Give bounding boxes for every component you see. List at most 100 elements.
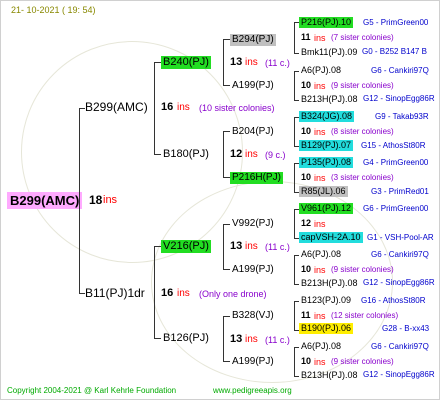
gen4-bot-info-1: G12 - SinopEgg86R [363,94,435,103]
gen1-node-1[interactable]: B11(PJ)1dr [85,287,145,299]
header-date: 21- 10-2021 ( 19: 54) [11,5,96,15]
gen4-num-7: 10 [301,356,312,366]
gen3-node-3[interactable]: P216H(PJ) [230,172,283,184]
connector [294,100,299,101]
gen4-top-info-7: G6 - Cankiri97Q [371,342,429,351]
gen4-bot-0[interactable]: Bmk11(PJ).09 [301,48,357,57]
gen3-node-1[interactable]: A199(PJ) [232,81,274,91]
connector [223,224,230,225]
connector [294,301,299,302]
gen4-top-1[interactable]: A6(PJ).08 [301,66,341,75]
gen2-node-1[interactable]: B180(PJ) [163,149,209,160]
connector [294,347,295,376]
gen2-node-3[interactable]: B126(PJ) [163,333,209,344]
connector [223,131,224,178]
gen4-bot-info-0: G0 - B252 B147 B [362,47,427,56]
gen1-num-0: 16 [161,101,174,113]
gen4-top-info-3: G4 - PrimGreen00 [363,158,429,167]
connector [294,209,295,238]
pedigree-frame: { "header": { "date": "21- 10-2021 ( 19:… [0,0,440,400]
connector [223,224,224,270]
gen4-ins-4: ins [314,219,326,229]
gen2-node-0[interactable]: B240(PJ) [161,56,211,69]
gen3-node-6[interactable]: B328(VJ) [232,311,274,321]
gen2-ins-0: ins [245,57,258,68]
gen1-node-0[interactable]: B299(AMC) [85,101,148,113]
root-node[interactable]: B299(AMC) [7,192,83,209]
gen2-ins-1: ins [245,149,258,160]
connector [223,316,230,317]
gen4-ins-5: ins [314,265,326,275]
gen4-ins-0: ins [314,33,326,43]
gen1-note-0: (10 sister colonies) [199,103,275,113]
gen3-node-5[interactable]: A199(PJ) [232,265,274,275]
gen4-num-1: 10 [301,80,312,90]
gen4-bot-info-2: G15 - AthosSt80R [361,141,426,150]
gen4-num-6: 11 [301,310,311,320]
gen4-note-5: (9 sister colonies) [331,265,394,274]
gen2-note-0: (11 c.) [265,58,290,68]
gen4-top-info-1: G6 - Cankiri97Q [371,66,429,75]
gen4-top-4[interactable]: V961(PJ).12 [299,203,354,214]
gen4-bot-5[interactable]: B213H(PJ).08 [301,279,358,288]
gen4-note-7: (9 sister colonies) [331,357,394,366]
gen2-num-0: 13 [230,56,243,68]
root-num: 18 [89,193,103,207]
gen3-node-2[interactable]: B204(PJ) [232,127,274,137]
connector [154,338,161,339]
gen4-bot-info-5: G12 - SinopEgg86R [363,278,435,287]
gen4-note-2: (8 sister colonies) [331,127,394,136]
gen2-num-2: 13 [230,240,243,252]
gen2-ins-3: ins [245,334,258,345]
gen4-top-3[interactable]: P135(PJ).08 [299,157,354,168]
connector [223,39,224,86]
gen4-ins-1: ins [314,81,326,91]
gen4-bot-3[interactable]: R85(JL).06 [299,186,348,197]
gen2-note-3: (11 c.) [265,335,290,345]
gen4-bot-info-4: G1 - VSH-Pool-AR [367,233,434,242]
connector [294,53,299,54]
connector [294,71,299,72]
connector [223,177,230,178]
connector [294,163,295,192]
connector [223,85,230,86]
gen3-node-0[interactable]: B294(PJ) [230,34,276,46]
connector [294,301,295,330]
gen4-top-info-5: G6 - Cankiri97Q [371,250,429,259]
gen4-top-0[interactable]: P216(PJ).10 [299,17,354,28]
gen4-bot-6[interactable]: B190(PJ).06 [299,323,354,334]
gen4-top-info-0: G5 - PrimGreen00 [363,18,429,27]
gen3-node-4[interactable]: V992(PJ) [232,219,274,229]
gen4-ins-3: ins [314,173,326,183]
gen4-top-7[interactable]: A6(PJ).08 [301,342,341,351]
connector [223,131,230,132]
connector [223,361,230,362]
gen1-ins-0: ins [177,102,190,113]
gen3-node-7[interactable]: A199(PJ) [232,357,274,367]
gen4-ins-6: ins [314,311,326,321]
gen2-num-3: 13 [230,333,243,345]
gen2-note-2: (11 c.) [265,242,290,252]
gen4-bot-info-3: G3 - PrimRed01 [371,187,429,196]
footer-website-link[interactable]: www.pedigreeapis.org [213,387,292,395]
gen4-top-info-2: G9 - Takab93R [375,112,429,121]
gen4-bot-2[interactable]: B129(PJ).07 [299,140,354,151]
gen1-num-1: 16 [161,287,174,299]
gen4-top-info-6: G16 - AthosSt80R [361,296,426,305]
gen4-num-5: 10 [301,264,312,274]
gen4-note-1: (9 sister colonies) [331,81,394,90]
connector [294,284,299,285]
connector [154,154,161,155]
gen4-top-6[interactable]: B123(PJ).09 [301,296,351,305]
connector [294,376,299,377]
connector [223,39,230,40]
gen2-note-1: (9 c.) [265,150,286,160]
gen4-num-4: 12 [301,218,312,228]
gen2-node-2[interactable]: V216(PJ) [161,240,211,253]
gen4-bot-info-6: G28 - B-xx43 [382,324,430,333]
gen4-top-2[interactable]: B324(JG).08 [299,111,355,122]
gen4-top-5[interactable]: A6(PJ).08 [301,250,341,259]
gen4-bot-4[interactable]: capVSH-2A.10 [299,232,363,243]
gen4-bot-1[interactable]: B213H(PJ).08 [301,95,358,104]
gen4-bot-7[interactable]: B213H(PJ).08 [301,371,358,380]
